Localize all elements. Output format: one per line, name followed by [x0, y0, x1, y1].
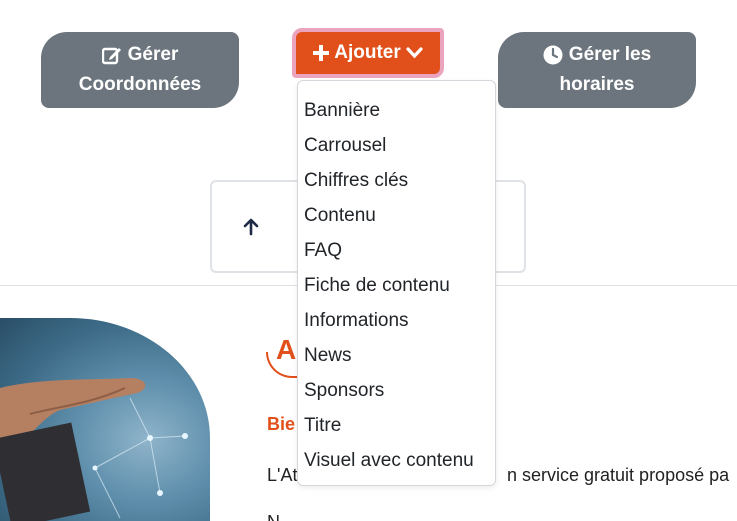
manage-contacts-label-2: Coordonnées	[78, 74, 202, 95]
intro-paragraph: L'At n service gratuit proposé pa	[267, 465, 729, 486]
manage-contacts-label-1: Gérer	[127, 44, 179, 65]
menu-item-fiche-de-contenu[interactable]: Fiche de contenu	[298, 268, 495, 303]
arrow-up-icon[interactable]	[242, 218, 260, 241]
menu-item-sponsors[interactable]: Sponsors	[298, 373, 495, 408]
menu-item-titre[interactable]: Titre	[298, 408, 495, 443]
menu-item-informations[interactable]: Informations	[298, 303, 495, 338]
edit-icon	[101, 45, 122, 65]
menu-item-faq[interactable]: FAQ	[298, 233, 495, 268]
menu-item-carrousel[interactable]: Carrousel	[298, 128, 495, 163]
chevron-down-icon	[406, 47, 423, 59]
plus-icon	[313, 45, 330, 61]
menu-item-visuel-avec-contenu[interactable]: Visuel avec contenu	[298, 443, 495, 478]
manage-hours-label-2: horaires	[559, 74, 635, 95]
hero-image	[0, 318, 210, 521]
second-paragraph: N	[267, 512, 280, 521]
menu-item-contenu[interactable]: Contenu	[298, 198, 495, 233]
add-button[interactable]: Ajouter	[292, 28, 444, 78]
welcome-heading: Bie	[267, 414, 296, 434]
manage-contacts-button[interactable]: Gérer Coordonnées	[41, 32, 239, 108]
add-dropdown-menu: Bannière Carrousel Chiffres clés Contenu…	[297, 80, 496, 486]
manage-hours-button[interactable]: Gérer les horaires	[498, 32, 696, 108]
menu-item-news[interactable]: News	[298, 338, 495, 373]
menu-item-chiffres-cles[interactable]: Chiffres clés	[298, 163, 495, 198]
manage-hours-label-1: Gérer les	[568, 44, 652, 65]
clock-icon	[543, 45, 563, 65]
add-button-label: Ajouter	[334, 42, 401, 63]
menu-item-banniere[interactable]: Bannière	[298, 93, 495, 128]
intro-text-start: L'At	[267, 465, 298, 485]
intro-text-end: n service gratuit proposé pa	[507, 465, 730, 485]
